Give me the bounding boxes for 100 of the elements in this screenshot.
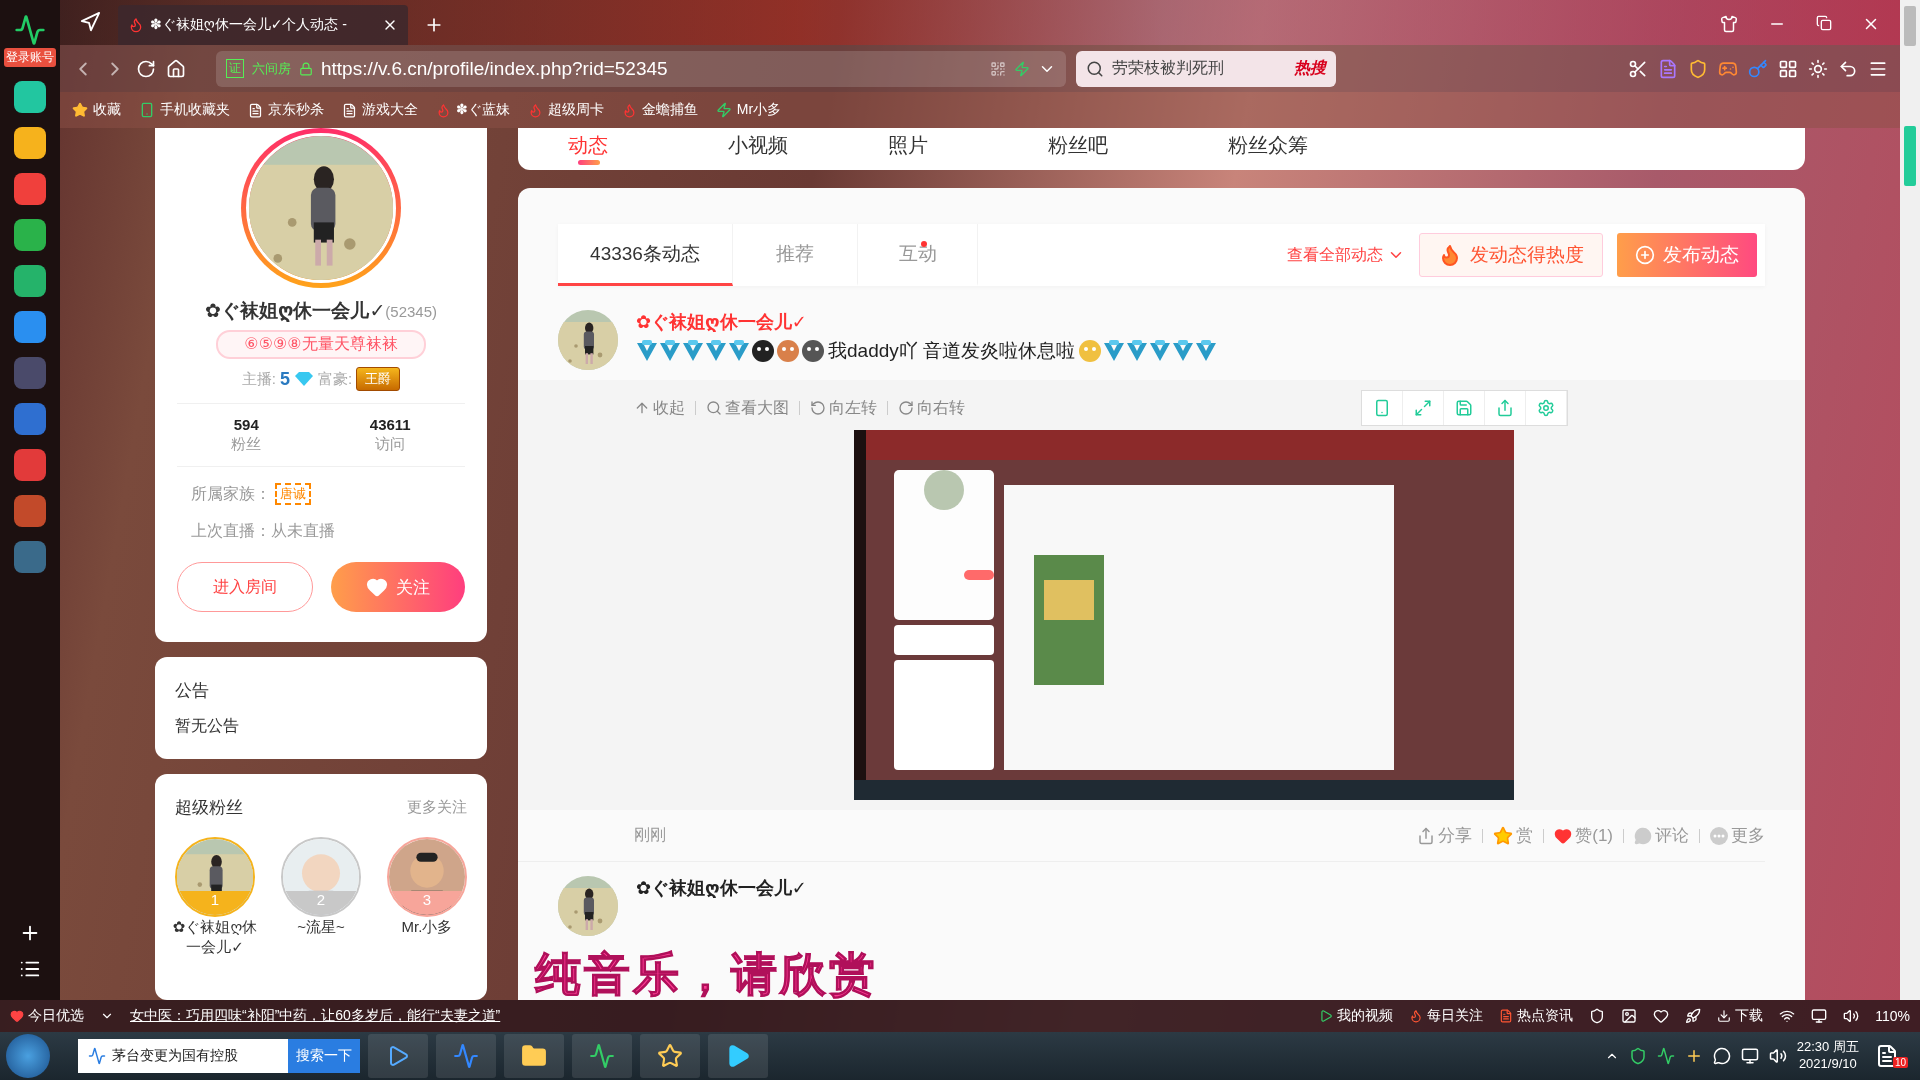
- status-item[interactable]: 我的视频: [1319, 1007, 1394, 1025]
- nav-tab[interactable]: 粉丝吧: [1048, 128, 1228, 159]
- taskbar-app[interactable]: [708, 1034, 768, 1078]
- stat-value: 594: [233, 416, 259, 433]
- bookmark[interactable]: 收藏: [72, 101, 121, 119]
- search-field[interactable]: 茅台变更为国有控股: [78, 1047, 288, 1065]
- browser-tab[interactable]: ✽ぐ袜姐ღ休一会儿✓个人动态 -: [118, 5, 408, 45]
- login-label[interactable]: 登录账号: [4, 48, 56, 67]
- emoji-icon: [751, 339, 775, 363]
- bookmark[interactable]: Mr小多: [715, 101, 782, 119]
- zoom-level[interactable]: 110%: [1875, 1008, 1910, 1024]
- home-icon[interactable]: [166, 58, 186, 79]
- hot-search-label[interactable]: 热搜: [1294, 58, 1326, 79]
- volume-icon[interactable]: [1843, 1008, 1860, 1024]
- star-icon: [657, 1043, 683, 1069]
- nav-tab[interactable]: 动态: [568, 128, 728, 165]
- page-icon: [342, 102, 357, 118]
- download-icon: [1717, 1009, 1732, 1023]
- chat-icon[interactable]: [1712, 1047, 1731, 1065]
- badge-icon: [1195, 339, 1218, 363]
- undo-icon[interactable]: [1838, 58, 1858, 79]
- nav-tab[interactable]: 粉丝众筹: [1228, 128, 1388, 159]
- badge-icon: [659, 339, 681, 363]
- flame-icon: [128, 17, 144, 33]
- family-badge: 唐诚: [275, 483, 311, 505]
- host-label: 主播:: [241, 369, 276, 389]
- status-item[interactable]: 热点资讯: [1499, 1007, 1574, 1025]
- view-all-link[interactable]: 查看全部动态: [1287, 244, 1405, 266]
- bookmark[interactable]: 金蟾捕鱼: [621, 101, 698, 119]
- heart-icon[interactable]: [1653, 1008, 1670, 1024]
- heart-icon: [10, 1009, 24, 1023]
- post-time: 刚刚: [634, 825, 666, 845]
- search-icon: [1086, 59, 1104, 78]
- card-title: 超级粉丝: [175, 797, 243, 819]
- restore-icon[interactable]: [1816, 15, 1832, 31]
- badge-icon: [682, 339, 704, 363]
- author-name[interactable]: ✿ぐ袜姐ღ休一会儿✓: [636, 876, 807, 900]
- scrollbar[interactable]: [1900, 0, 1920, 1000]
- wifi-icon[interactable]: [1779, 1008, 1796, 1024]
- host-level: 5: [280, 368, 290, 390]
- download-item[interactable]: 下载: [1717, 1007, 1764, 1025]
- bookmark[interactable]: 京东秒杀: [248, 101, 324, 119]
- taskbar-app[interactable]: [640, 1034, 700, 1078]
- bookmark[interactable]: 游戏大全: [342, 101, 418, 119]
- reload-icon[interactable]: [136, 58, 156, 79]
- taskbar-app[interactable]: [504, 1034, 564, 1078]
- badge-icon: [636, 339, 658, 363]
- nav-tab[interactable]: 照片: [888, 128, 1048, 159]
- badge-icon: [1172, 339, 1195, 363]
- scissors-icon[interactable]: [1628, 58, 1648, 79]
- fan-name[interactable]: ✿ぐ袜姐ღ休一会儿✓: [167, 917, 263, 956]
- taskbar-app[interactable]: [436, 1034, 496, 1078]
- sun-icon[interactable]: [1808, 58, 1828, 79]
- volume-icon[interactable]: [1768, 1047, 1787, 1065]
- shield-icon[interactable]: [1628, 1047, 1647, 1065]
- grid-icon[interactable]: [1778, 58, 1798, 79]
- search-value: 劳荣枝被判死刑: [1112, 58, 1224, 78]
- enter-room-button[interactable]: 进入房间: [177, 562, 313, 612]
- news-link[interactable]: 女中医：巧用四味“补阳”中药，让60多岁后，能行“夫妻之道”: [130, 1007, 501, 1025]
- network-icon[interactable]: [1740, 1047, 1759, 1065]
- start-button[interactable]: [6, 1034, 50, 1078]
- qr-icon[interactable]: [990, 60, 1006, 77]
- shield-icon[interactable]: [1589, 1008, 1606, 1024]
- signature-badge: ⑥⑤⑨⑧无量天尊袜袜: [216, 330, 426, 359]
- bookmark[interactable]: 手机收藏夹: [139, 101, 230, 119]
- search-field[interactable]: 劳荣枝被判死刑 热搜: [1076, 50, 1336, 87]
- news-icon: [1499, 1009, 1514, 1023]
- rocket-icon[interactable]: [1685, 1008, 1702, 1024]
- rich-label: 富豪:: [318, 369, 353, 389]
- share-icon: [1417, 826, 1436, 845]
- stat-value: 43611: [369, 416, 411, 433]
- family-label: 所属家族：: [191, 483, 271, 504]
- status-item[interactable]: 每日关注: [1409, 1007, 1484, 1025]
- stat-label: 访问: [375, 435, 406, 454]
- screen-icon[interactable]: [1811, 1008, 1828, 1024]
- profile-name: ✿ぐ袜姐ღ休一会儿✓: [205, 299, 386, 324]
- stat-label: 粉丝: [231, 435, 262, 454]
- image-icon[interactable]: [1621, 1008, 1638, 1024]
- taskbar-search[interactable]: 茅台变更为国有控股 搜索一下: [78, 1039, 360, 1073]
- navigation-icon[interactable]: [79, 11, 101, 33]
- badge-icon: [1126, 339, 1149, 363]
- today-picks[interactable]: 今日优选: [10, 1007, 84, 1025]
- bookmark[interactable]: 超级周卡: [527, 101, 604, 119]
- profile-id: (52345): [385, 303, 437, 320]
- author-avatar[interactable]: [558, 876, 618, 936]
- address-field[interactable]: 证 六间房 https://v.6.cn/profile/index.php?rid=52345: [216, 50, 1066, 87]
- flame-icon: [1409, 1009, 1424, 1023]
- rotate-right-icon: [898, 400, 914, 416]
- nav-tab[interactable]: 小视频: [728, 128, 888, 159]
- skin-icon[interactable]: [1720, 15, 1738, 33]
- search-button[interactable]: 搜索一下: [288, 1039, 360, 1073]
- clock[interactable]: 22:30 周五 2021/9/10: [1796, 1039, 1859, 1073]
- bookmark[interactable]: ✽ぐ蓝妹: [436, 101, 510, 119]
- fan-name[interactable]: Mr.小多: [379, 917, 475, 937]
- feed-tab[interactable]: 43336条动态: [558, 224, 733, 286]
- flame-icon: [527, 102, 543, 118]
- taskbar-app[interactable]: [368, 1034, 428, 1078]
- taskbar-app[interactable]: [572, 1034, 632, 1078]
- author-avatar[interactable]: [558, 310, 618, 370]
- fan-name[interactable]: ~流星~: [273, 917, 369, 937]
